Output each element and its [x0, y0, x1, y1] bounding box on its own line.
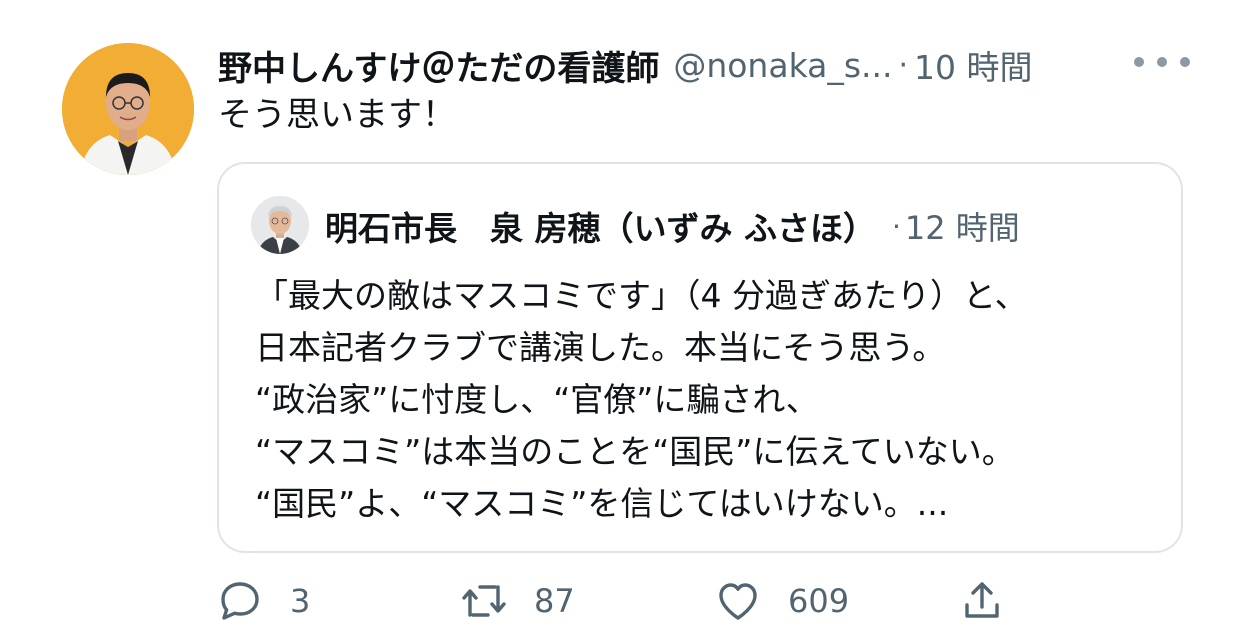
tweet-text: そう思います！: [218, 95, 456, 135]
retweet-button[interactable]: 87: [460, 570, 575, 632]
author-display-name[interactable]: 野中しんすけ＠ただの看護師: [218, 41, 659, 90]
quoted-author-avatar[interactable]: [251, 196, 309, 254]
more-horizontal-icon[interactable]: [1134, 50, 1190, 74]
tweet-timestamp[interactable]: 10 時間: [914, 41, 1032, 89]
quoted-author-avatar-image: [251, 196, 309, 254]
quoted-text-line: 「最大の敵はマスコミです」（4 分過ぎあたり）と、: [255, 276, 1028, 315]
quoted-tweet-header: 明石市長 泉 房穂（いずみ ふさほ） · 12 時間: [325, 200, 1020, 252]
separator-dot: ·: [898, 47, 909, 83]
tweet-header: 野中しんすけ＠ただの看護師 @nonaka_s... · 10 時間: [218, 40, 1033, 90]
quoted-tweet-card[interactable]: 明石市長 泉 房穂（いずみ ふさほ） · 12 時間 「最大の敵はマスコミです」…: [217, 162, 1183, 553]
quoted-text-line: “国民”よ、“マスコミ”を信じてはいけない。...: [255, 484, 949, 523]
retweet-count: 87: [534, 582, 575, 620]
share-button[interactable]: [958, 570, 1006, 632]
quoted-text-line: “政治家”に忖度し、“官僚”に騙され、: [255, 380, 819, 419]
quoted-tweet-text: 「最大の敵はマスコミです」（4 分過ぎあたり）と、 日本記者クラブで講演した。本…: [255, 270, 1028, 530]
like-button[interactable]: 609: [714, 570, 849, 632]
share-icon: [965, 582, 999, 618]
reply-icon: [221, 582, 259, 620]
tweet[interactable]: 野中しんすけ＠ただの看護師 @nonaka_s... · 10 時間 そう思いま…: [0, 0, 1242, 643]
author-handle[interactable]: @nonaka_s...: [673, 46, 892, 85]
like-count: 609: [788, 582, 850, 620]
reply-button[interactable]: 3: [216, 570, 310, 632]
tweet-action-bar: 3 87 609: [0, 570, 1242, 632]
quoted-text-line: 日本記者クラブで講演した。本当にそう思う。: [255, 328, 946, 367]
reply-count: 3: [290, 582, 311, 620]
quoted-separator-dot: ·: [891, 209, 901, 243]
quoted-author-display-name[interactable]: 明石市長 泉 房穂（いずみ ふさほ）: [325, 202, 876, 250]
retweet-icon: [462, 585, 506, 617]
quoted-tweet-timestamp[interactable]: 12 時間: [905, 203, 1020, 249]
heart-icon: [719, 583, 757, 620]
author-avatar[interactable]: [62, 43, 194, 175]
quoted-text-line: “マスコミ”は本当のことを“国民”に伝えていない。: [255, 432, 1015, 471]
author-avatar-image: [62, 43, 194, 175]
